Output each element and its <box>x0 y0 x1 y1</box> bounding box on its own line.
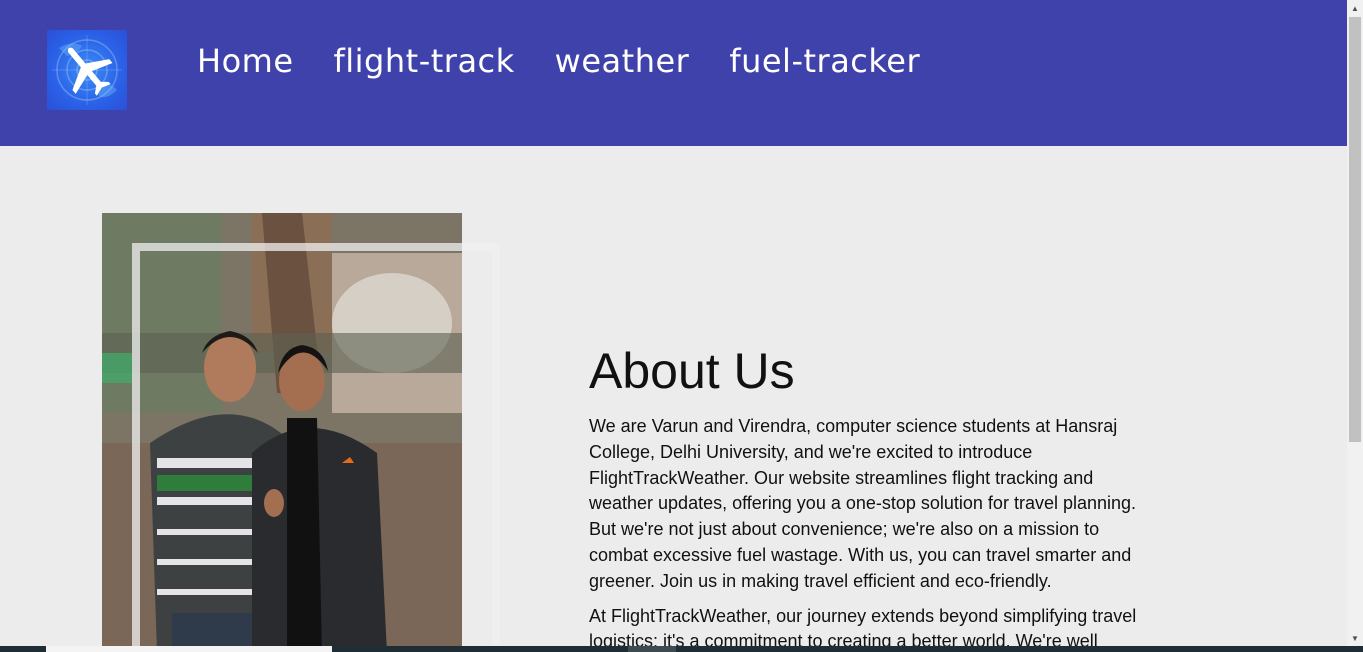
scrollbar-thumb[interactable] <box>1349 17 1361 442</box>
about-section: About Us We are Varun and Virendra, comp… <box>589 340 1149 652</box>
about-paragraph-1: We are Varun and Virendra, computer scie… <box>589 416 1137 591</box>
nav-fuel-tracker[interactable]: fuel-tracker <box>729 42 920 80</box>
main-nav: Home flight-track weather fuel-tracker <box>197 42 920 80</box>
scroll-down-arrow-icon[interactable]: ▼ <box>1347 630 1363 646</box>
nav-home[interactable]: Home <box>197 42 294 80</box>
taskbar <box>0 646 1363 652</box>
airplane-logo-icon[interactable] <box>47 30 127 110</box>
navbar: Home flight-track weather fuel-tracker <box>0 0 1347 146</box>
about-paragraph-2: At FlightTrackWeather, our journey exten… <box>589 605 1137 652</box>
about-title: About Us <box>589 343 795 399</box>
scroll-up-arrow-icon[interactable]: ▲ <box>1347 0 1363 16</box>
team-photo <box>102 213 462 652</box>
page: Home flight-track weather fuel-tracker A… <box>0 0 1363 652</box>
taskbar-app-button[interactable] <box>628 646 676 652</box>
nav-flight-track[interactable]: flight-track <box>334 42 515 80</box>
vertical-scrollbar[interactable]: ▲ ▼ <box>1347 0 1363 646</box>
nav-weather[interactable]: weather <box>555 42 690 80</box>
taskbar-search-box[interactable] <box>46 646 332 652</box>
